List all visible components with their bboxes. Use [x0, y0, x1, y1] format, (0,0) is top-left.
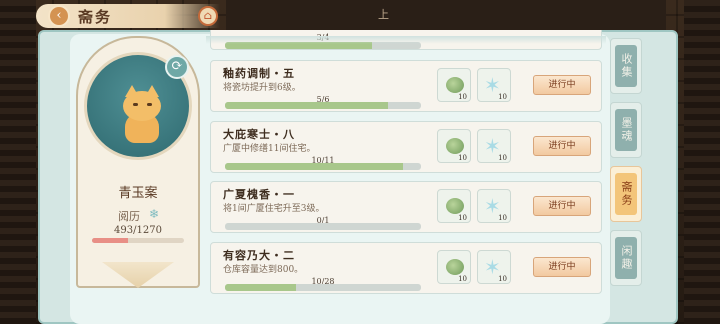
tab-mohun[interactable]: 墨魂	[610, 102, 642, 158]
reward-star[interactable]: ✶ 10	[477, 129, 511, 163]
status-button[interactable]: 进行中	[533, 75, 591, 95]
task-progress-fill	[225, 163, 404, 170]
reward-star[interactable]: ✶ 10	[477, 189, 511, 223]
jade-icon	[446, 198, 464, 214]
task-progress-bar	[225, 223, 421, 230]
right-decoration	[684, 0, 720, 324]
jade-icon	[446, 259, 464, 275]
reward-jade[interactable]: 10	[437, 250, 471, 284]
back-arrow-icon: ‹	[56, 8, 62, 23]
reward-star[interactable]: ✶ 10	[477, 250, 511, 284]
top-dark-text: 上	[378, 8, 389, 21]
profile-progress-fill	[92, 238, 128, 243]
task-row: 广夏槐香・一 将1间广厦住宅升至3级。 0/1 10 ✶ 10 进行中	[210, 181, 602, 233]
task-progress-bar	[225, 102, 421, 109]
tab-zhaiwu[interactable]: 斋务	[610, 166, 642, 222]
refresh-icon: ⟳	[171, 58, 183, 74]
jade-icon	[446, 138, 464, 154]
jade-icon	[446, 77, 464, 93]
left-decoration	[0, 0, 36, 324]
home-icon: ⌂	[203, 9, 213, 22]
task-progress-fill	[225, 102, 388, 109]
top-dark-area: 上	[226, 0, 666, 30]
profile-progress-text: 493/1270	[114, 225, 162, 236]
tab-label: 墨魂	[615, 109, 637, 151]
task-row: 大庇寒士・八 广厦中修缮11间住宅。 10/11 10 ✶ 10 进行中	[210, 121, 602, 173]
reward-jade[interactable]: 10	[437, 68, 471, 102]
reward-qty: 10	[498, 93, 507, 101]
tab-label: 斋务	[615, 173, 637, 215]
task-title: 大庇寒士・八	[223, 128, 295, 141]
snowflake-icon: ❄	[149, 207, 160, 221]
task-progress-bar	[225, 163, 421, 170]
rank-label: 阅历	[118, 210, 140, 223]
home-button[interactable]: ⌂	[198, 6, 218, 26]
tab-leisure[interactable]: 闲趣	[610, 230, 642, 286]
tab-collect[interactable]: 收集	[610, 38, 642, 94]
task-row: 有容乃大・二 仓库容量达到800。 10/28 10 ✶ 10 进行中	[210, 242, 602, 294]
task-progress-fill	[225, 284, 296, 291]
reward-qty: 10	[458, 275, 467, 283]
refresh-button[interactable]: ⟳	[165, 55, 189, 79]
reward-jade[interactable]: 10	[437, 189, 471, 223]
scroll-shadow	[206, 36, 606, 44]
profile-progress-bar	[92, 238, 184, 243]
back-button[interactable]: ‹	[48, 5, 70, 27]
profile-name: 青玉案	[118, 186, 158, 201]
reward-star[interactable]: ✶ 10	[477, 68, 511, 102]
task-row: 釉药调制・五 将瓷坊提升到6级。 5/6 10 ✶ 10 进行中	[210, 60, 602, 112]
task-title: 有容乃大・二	[223, 249, 295, 262]
task-desc: 将瓷坊提升到6级。	[223, 83, 301, 93]
task-title: 广夏槐香・一	[223, 188, 295, 201]
reward-qty: 10	[458, 93, 467, 101]
reward-qty: 10	[498, 154, 507, 162]
status-button[interactable]: 进行中	[533, 257, 591, 277]
cat-head	[123, 91, 161, 121]
reward-qty: 10	[458, 154, 467, 162]
task-desc: 将1间广厦住宅升至3级。	[223, 204, 325, 214]
cat-eye	[133, 103, 138, 106]
tab-label: 收集	[615, 45, 637, 87]
reward-jade[interactable]: 10	[437, 129, 471, 163]
task-title: 釉药调制・五	[223, 67, 295, 80]
reward-qty: 10	[498, 214, 507, 222]
reward-qty: 10	[458, 214, 467, 222]
tab-label: 闲趣	[615, 237, 637, 279]
task-progress-bar	[225, 284, 421, 291]
reward-qty: 10	[498, 275, 507, 283]
cat-eye	[147, 103, 152, 106]
page-title: 斋务	[78, 8, 113, 26]
status-button[interactable]: 进行中	[533, 196, 591, 216]
status-button[interactable]: 进行中	[533, 136, 591, 156]
task-desc: 仓库容量达到800。	[223, 265, 304, 275]
task-desc: 广厦中修缮11间住宅。	[223, 144, 316, 154]
